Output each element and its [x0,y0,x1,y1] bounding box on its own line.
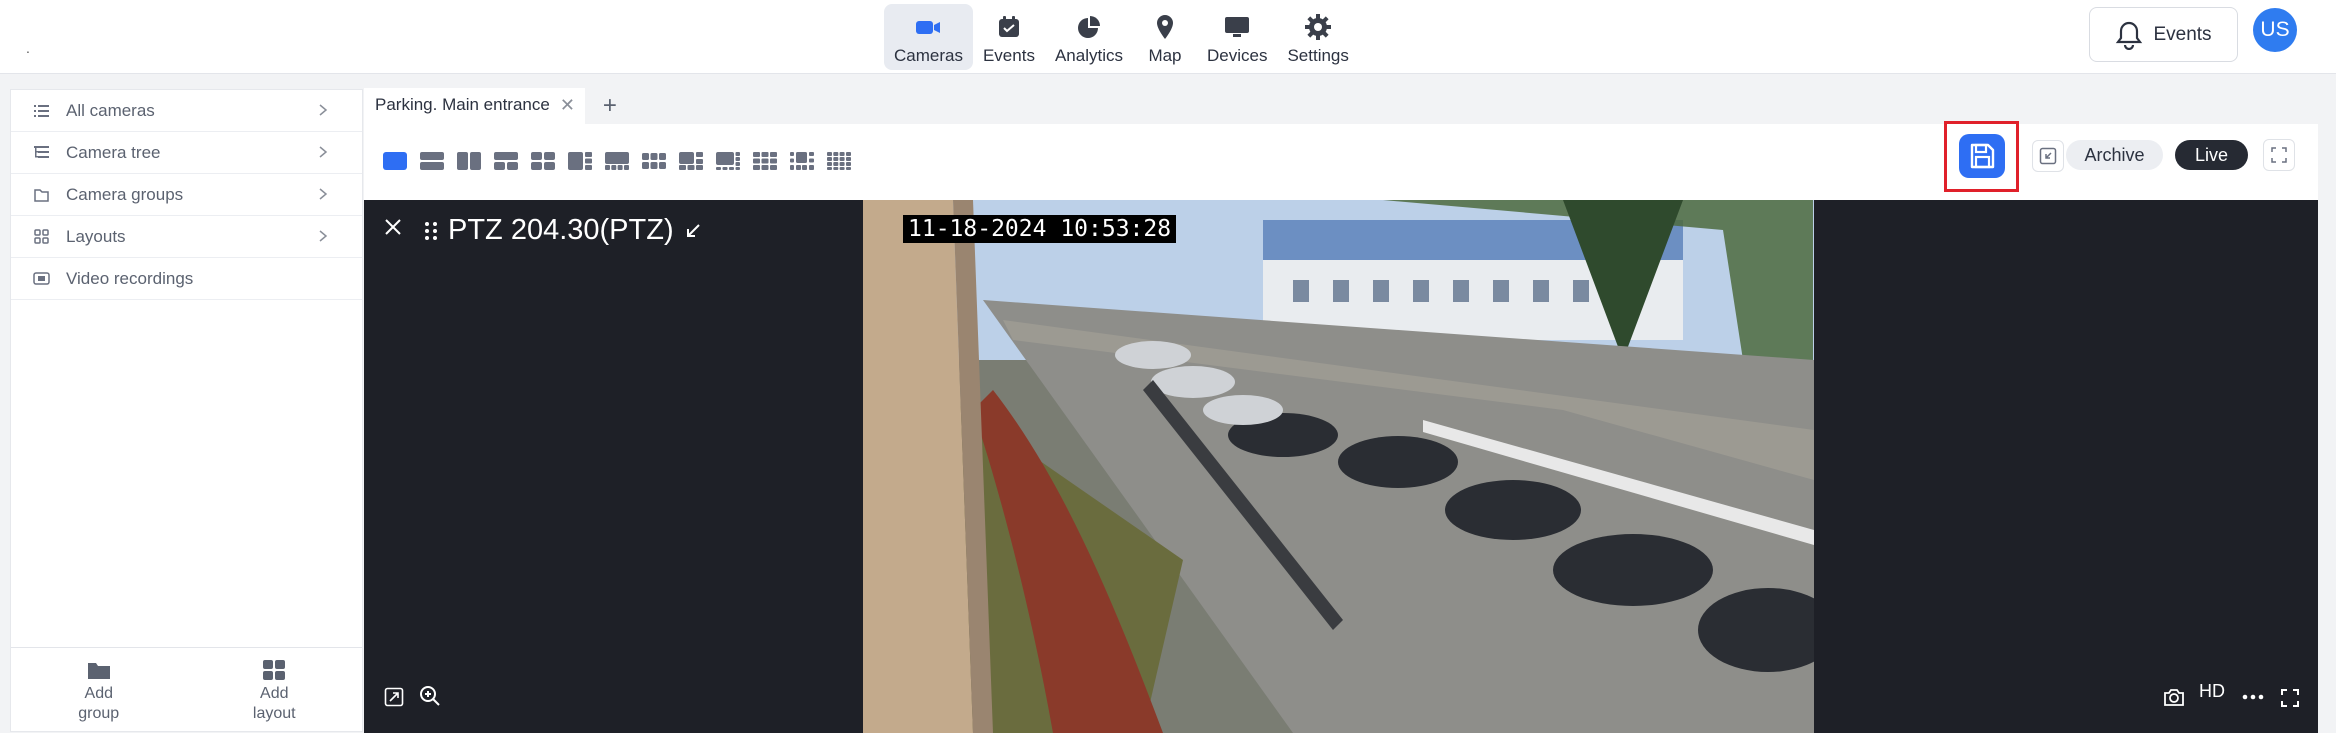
grid-icon [34,229,49,244]
chevron-right-icon [319,188,328,200]
events-button[interactable]: Events [2089,7,2238,62]
close-icon[interactable] [382,216,404,238]
sidebar-item-label: Video recordings [66,268,194,288]
sidebar-item-all-cameras[interactable]: All cameras [11,90,362,132]
bell-icon [2116,21,2143,50]
calendar-icon [998,16,1019,37]
fullscreen-icon [2271,147,2287,163]
nav-cameras[interactable]: Cameras [884,4,973,70]
layout-1-2-icon[interactable] [493,150,519,172]
quality-toggle[interactable]: HD [2199,681,2225,702]
layout-1-4-icon[interactable] [604,150,630,172]
exit-edit-button[interactable] [2032,140,2064,172]
nav-label: Map [1148,46,1182,65]
sidebar-item-label: Layouts [66,226,126,246]
camera-title: PTZ 204.30(PTZ) [424,214,702,247]
camera-icon [916,21,941,34]
camera-viewer: 11-18-2024 10:53:28 PTZ 204.30(PTZ) HD [364,200,2318,733]
avatar[interactable]: US [2253,8,2297,52]
tree-icon [34,146,49,158]
layout-1-3-icon[interactable] [567,150,593,172]
nav-label: Events [982,46,1035,65]
expand-icon[interactable] [384,687,404,707]
chevron-right-icon [319,230,328,242]
sidebar-item-layouts[interactable]: Layouts [11,216,362,258]
add-layout-button[interactable]: Add layout [187,648,363,731]
layout-2x1-vertical-icon[interactable] [456,150,482,172]
save-layout-highlight [1944,121,2019,192]
layout-3x3-icon[interactable] [752,150,778,172]
tab-label: Parking. Main entrance [375,95,550,114]
layout-1x2-horizontal-icon[interactable] [419,150,445,172]
layout-tabs: Parking. Main entrance ✕ + [364,88,617,124]
add-layout-label-1: Add [260,685,289,702]
add-group-button[interactable]: Add group [11,648,187,731]
more-options-icon[interactable] [2242,687,2264,707]
recordings-icon [33,272,50,285]
layout-1-7-icon[interactable] [715,150,741,172]
close-icon[interactable]: ✕ [560,95,575,116]
arrow-down-left-icon[interactable] [684,222,702,240]
layout-1-5-icon[interactable] [678,150,704,172]
corner-mark: . [26,40,30,56]
fullscreen-icon[interactable] [2281,689,2299,707]
zoom-in-icon[interactable] [419,685,441,707]
top-navigation-bar: . Cameras Events Analytics Map Devices S… [0,0,2336,74]
sidebar-actions: Add group Add layout [11,647,362,731]
add-group-label-1: Add [84,685,113,702]
add-tab-button[interactable]: + [603,92,617,120]
sidebar-item-video-recordings[interactable]: Video recordings [11,258,362,300]
sidebar-item-label: Camera tree [66,142,161,162]
layout-1x1-icon[interactable] [382,150,408,172]
folder-icon [87,663,110,679]
nav-settings[interactable]: Settings [1277,4,1358,70]
nav-label: Settings [1287,46,1349,65]
add-layout-label-2: layout [252,705,296,722]
add-group-label-2: group [78,705,120,722]
nav-map[interactable]: Map [1133,4,1197,70]
snapshot-camera-icon[interactable] [2163,687,2185,707]
main-nav: Cameras Events Analytics Map Devices Set… [884,0,1359,74]
save-icon [1970,143,1995,169]
camera-name: PTZ 204.30(PTZ) [448,214,674,246]
sidebar-item-camera-groups[interactable]: Camera groups [11,174,362,216]
nav-events[interactable]: Events [973,4,1045,70]
live-button[interactable]: Live [2175,140,2248,170]
layout-4x4-icon[interactable] [826,150,852,172]
camera-video-feed[interactable]: 11-18-2024 10:53:28 [863,200,1814,733]
layout-grid-selector [382,150,852,172]
nav-label: Cameras [894,46,963,65]
grid-icon [263,660,286,680]
tab-parking-main-entrance[interactable]: Parking. Main entrance ✕ [364,88,585,124]
sidebar-item-label: All cameras [66,100,155,120]
sidebar-item-camera-tree[interactable]: Camera tree [11,132,362,174]
save-layout-button[interactable] [1959,134,2005,178]
gear-icon [1305,14,1332,40]
pie-chart-icon [1077,16,1100,38]
sidebar-item-label: Camera groups [66,184,184,204]
drag-handle-icon[interactable] [424,220,438,242]
nav-analytics[interactable]: Analytics [1045,4,1133,70]
nav-devices[interactable]: Devices [1197,4,1277,70]
camera-timestamp: 11-18-2024 10:53:28 [903,215,1177,243]
archive-button[interactable]: Archive [2066,140,2163,170]
layout-3x2-icon[interactable] [641,150,667,172]
chevron-right-icon [319,146,328,158]
layout-2x2-icon[interactable] [530,150,556,172]
events-button-label: Events [2153,23,2212,45]
folder-icon [34,189,49,202]
layout-1-12-icon[interactable] [789,150,815,172]
sidebar: All cameras Camera tree Camera groups La… [10,89,363,732]
map-pin-icon [1156,15,1173,39]
layout-toolbar: Archive Live [364,121,2318,200]
parking-lot-scene [863,200,1814,733]
minimize-frame-icon [2039,147,2057,165]
chevron-right-icon [319,104,328,116]
monitor-icon [1225,17,1250,37]
list-icon [34,105,49,117]
nav-label: Analytics [1054,46,1123,65]
nav-label: Devices [1206,46,1268,65]
fullscreen-layout-button[interactable] [2263,139,2295,171]
